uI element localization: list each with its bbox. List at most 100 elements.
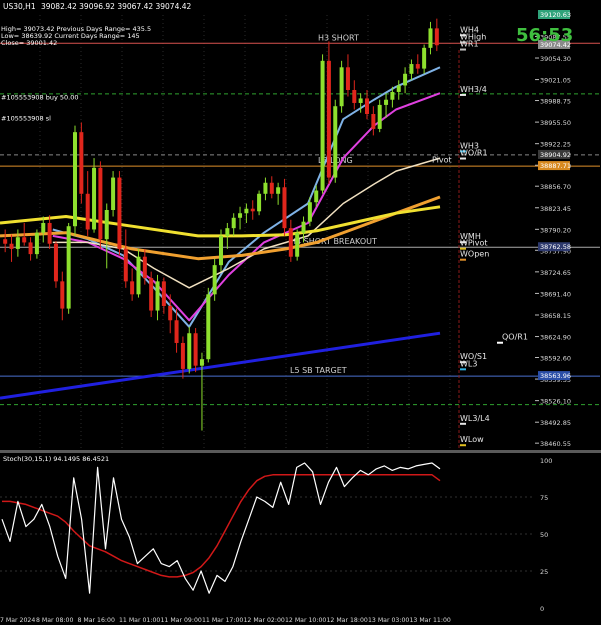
candle-body: [149, 278, 154, 311]
candle-body: [219, 235, 223, 266]
price-tick-label: 38526.10: [540, 398, 571, 406]
candle-body: [85, 193, 90, 230]
price-tick-label: 38624.90: [540, 334, 571, 342]
price-tag-label: 38563.96: [540, 372, 571, 380]
ohlc-values: 39082.42 39096.92 39067.42 39074.42: [41, 2, 192, 11]
price-tick-label: 38460.55: [540, 440, 571, 448]
candle-body: [22, 237, 27, 243]
stoch-tick-label: 25: [540, 568, 548, 576]
candle-body: [307, 202, 312, 222]
candle-body: [371, 114, 376, 129]
weekly-marker: [460, 368, 466, 371]
time-label: 13 Mar 03:00: [368, 617, 409, 624]
candle-body: [276, 187, 281, 194]
weekly-marker: [460, 258, 466, 261]
price-tick-label: 38988.75: [540, 98, 571, 106]
candle-body: [295, 232, 300, 257]
candle-body: [434, 28, 439, 46]
candle-body: [117, 177, 122, 249]
candle-body: [142, 256, 147, 279]
candle-body: [333, 106, 338, 178]
candle-body: [41, 222, 46, 233]
candle-body: [282, 187, 287, 229]
stochastic-panel[interactable]: 100 75 50 25 0 Stoch(30,15,1) 94.1495 86.452…: [0, 453, 601, 613]
weekly-label: WL3/L4: [460, 414, 490, 423]
weekly-label: Pivot: [432, 156, 452, 165]
price-tick-label: 38922.25: [540, 141, 571, 149]
candle-body: [288, 228, 293, 257]
weekly-label: WLow: [460, 435, 484, 444]
weekly-marker: [460, 444, 466, 447]
symbol-header: US30,H1 39082.42 39096.92 39067.42 39074…: [3, 2, 192, 11]
panel-separator[interactable]: [0, 450, 601, 453]
price-tag-label: 38904.92: [540, 151, 571, 159]
price-tick-label: 38492.85: [540, 419, 571, 427]
candle-body: [174, 320, 179, 343]
candle-body: [79, 132, 84, 194]
weekly-marker: [460, 422, 466, 425]
price-tick-label: 38691.40: [540, 290, 571, 298]
candle-body: [422, 47, 427, 69]
price-panel[interactable]: H3 SHORTL3 LONGH4 SHORT BREAKOUTL5 SB TA…: [0, 0, 601, 450]
price-tick-label: 38856.70: [540, 183, 571, 191]
candle-body: [15, 237, 20, 249]
candle-body: [92, 167, 97, 230]
candle-body: [199, 359, 204, 366]
candle-body: [269, 182, 274, 194]
weekly-label: WL3: [460, 359, 477, 368]
weekly-label: WO/R1: [460, 149, 488, 158]
stoch-tick-label: 0: [540, 605, 544, 613]
candle-body: [396, 85, 401, 92]
candle-body: [320, 60, 325, 191]
trading-chart[interactable]: H3 SHORTL3 LONGH4 SHORT BREAKOUTL5 SB TA…: [0, 0, 601, 625]
candle-body: [358, 98, 363, 103]
price-tag-label: 38887.71: [540, 162, 571, 170]
price-tick-label: 38823.45: [540, 205, 571, 213]
level-label: L5 SB TARGET: [290, 366, 347, 375]
time-label: 11 Mar 17:00: [202, 617, 243, 624]
candle-body: [339, 67, 344, 107]
candle-body: [301, 221, 306, 233]
candle-body: [409, 64, 414, 74]
time-label: 11 Mar 09:00: [161, 617, 202, 624]
candle-body: [123, 248, 128, 282]
time-label: 7 Mar 2024: [0, 617, 35, 624]
candle-body: [326, 60, 331, 178]
level-label: H3 SHORT: [318, 33, 359, 42]
order-label: #105553908 sl: [1, 115, 51, 123]
stoch-tick-label: 50: [540, 531, 548, 539]
price-tick-label: 39021.05: [540, 77, 571, 85]
candle-body: [263, 182, 268, 194]
candle-body: [104, 210, 109, 240]
candle-body: [187, 333, 192, 369]
stoch-tick-label: 100: [540, 457, 552, 465]
candle-body: [257, 193, 262, 212]
time-label: 12 Mar 18:00: [327, 617, 368, 624]
candle-body: [28, 242, 33, 255]
candle-body: [415, 64, 420, 69]
candle-body: [180, 342, 185, 369]
candle-body: [193, 333, 198, 366]
candle-body: [53, 243, 58, 282]
price-tag-label: 38762.58: [540, 243, 571, 251]
info-line-3: Close= 39001.42: [1, 39, 57, 47]
candle-body: [136, 256, 141, 295]
candle-body: [231, 217, 236, 229]
time-axis[interactable]: 7 Mar 2024 8 Mar 08:00 8 Mar 16:00 11 Mar 0…: [0, 613, 601, 625]
price-tick-label: 38724.65: [540, 269, 571, 277]
candle-body: [352, 90, 357, 103]
price-tick-label: 39054.30: [540, 55, 571, 63]
candle-body: [212, 265, 217, 295]
candle-body: [98, 167, 103, 240]
price-tick-label: 38955.50: [540, 119, 571, 127]
time-label: 13 Mar 11:00: [410, 617, 451, 624]
candle-body: [155, 281, 160, 311]
candle-body: [34, 232, 39, 255]
order-label: #105553908 buy 50.00: [1, 93, 79, 101]
stochastic-label: Stoch(30,15,1) 94.1495 86.4521: [3, 455, 109, 463]
weekly-marker: [460, 93, 466, 96]
price-tick-label: 38592.60: [540, 355, 571, 363]
candle-body: [60, 281, 65, 309]
candle-body: [225, 228, 230, 236]
candle-body: [428, 28, 433, 48]
